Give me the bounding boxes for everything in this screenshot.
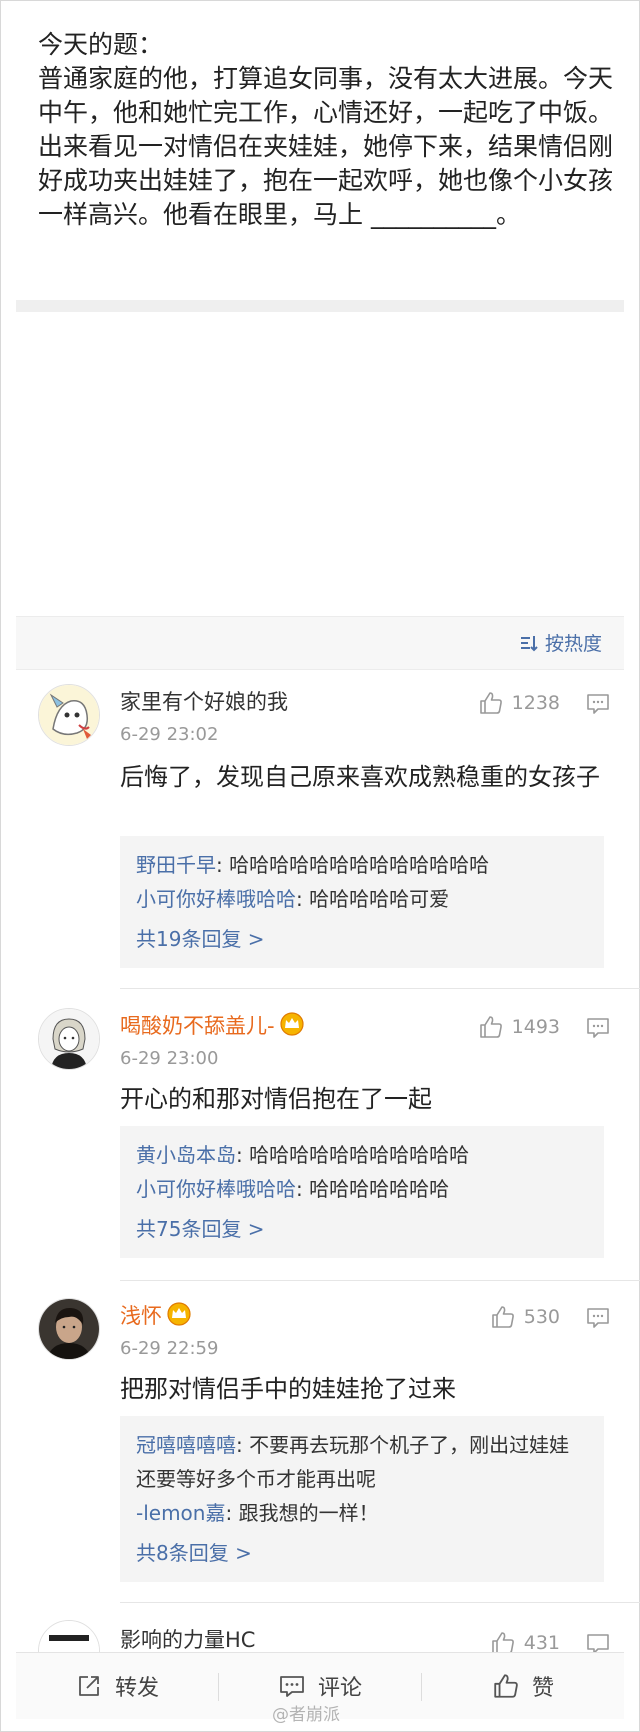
comment-username[interactable]: 家里有个好娘的我 <box>120 688 288 716</box>
reply-box: 冠嘻嘻嘻嘻: 不要再去玩那个机子了，刚出过娃娃还要等好多个币才能再出呢 -lem… <box>120 1416 604 1582</box>
reply-comment-icon[interactable] <box>586 692 610 716</box>
vip-crown-icon <box>167 1302 191 1326</box>
reply-line: 小可你好棒哦哈哈: 哈哈哈哈哈可爱 <box>136 882 588 916</box>
reply-box: 黄小岛本岛: 哈哈哈哈哈哈哈哈哈哈哈 小可你好棒哦哈哈: 哈哈哈哈哈哈哈 共75… <box>120 1126 604 1258</box>
reply-text: : 哈哈哈哈哈哈哈哈哈哈哈哈哈 <box>216 853 490 877</box>
like-button[interactable]: 530 <box>490 1304 560 1330</box>
comment-divider <box>120 1280 640 1281</box>
comment-label: 评论 <box>317 1676 362 1701</box>
view-all-replies-link[interactable]: 共19条回复 > <box>136 922 588 956</box>
view-all-replies-link[interactable]: 共8条回复 > <box>136 1536 588 1570</box>
like-label: 赞 <box>531 1676 554 1701</box>
sort-by-popularity-button[interactable]: 按热度 <box>519 629 602 656</box>
reply-text: : 跟我想的一样！ <box>225 1501 379 1525</box>
sort-label: 按热度 <box>544 633 602 655</box>
reply-line: -lemon嘉: 跟我想的一样！ <box>136 1496 588 1530</box>
reply-line: 黄小岛本岛: 哈哈哈哈哈哈哈哈哈哈哈 <box>136 1138 588 1172</box>
thumbs-up-icon <box>494 1674 518 1698</box>
username-text: 浅怀 <box>120 1304 162 1328</box>
thumbs-up-icon <box>491 1306 514 1328</box>
comment-username[interactable]: 影响的力量HC <box>120 1626 255 1654</box>
comment-sort-bar: 按热度 <box>16 616 624 670</box>
reply-username[interactable]: 野田千早 <box>136 853 216 877</box>
like-count: 431 <box>523 1632 560 1654</box>
reply-line: 小可你好棒哦哈哈: 哈哈哈哈哈哈哈 <box>136 1172 588 1206</box>
reply-username[interactable]: -lemon嘉 <box>136 1501 225 1525</box>
comment-item: 家里有个好娘的我 6-29 23:02 1238 后悔了，发现自己原来喜欢成熟稳… <box>16 684 624 984</box>
post-text: 今天的题： 普通家庭的他，打算追女同事，没有太大进展。今天中午，他和她忙完工作，… <box>38 30 614 229</box>
like-button[interactable]: 1493 <box>478 1014 560 1040</box>
comment-text: 开心的和那对情侣抱在了一起 <box>120 1085 432 1113</box>
reply-text: : 哈哈哈哈哈可爱 <box>296 887 450 911</box>
reply-username[interactable]: 冠嘻嘻嘻嘻 <box>136 1433 236 1457</box>
watermark: @者崩派 <box>272 1705 340 1725</box>
comment-item: 喝酸奶不舔盖儿- 6-29 23:00 1493 开心的和那对情侣抱在了一起 黄… <box>16 1008 624 1268</box>
comment-username[interactable]: 浅怀 <box>120 1302 192 1330</box>
comment-divider <box>120 1602 640 1603</box>
post-divider <box>16 300 624 312</box>
view-all-replies-link[interactable]: 共75条回复 > <box>136 1212 588 1246</box>
reply-username[interactable]: 黄小岛本岛 <box>136 1143 236 1167</box>
sort-icon <box>520 635 538 651</box>
share-icon <box>79 1676 99 1696</box>
comment-text: 后悔了，发现自己原来喜欢成熟稳重的女孩子 <box>120 763 600 791</box>
reply-box: 野田千早: 哈哈哈哈哈哈哈哈哈哈哈哈哈 小可你好棒哦哈哈: 哈哈哈哈哈可爱 共1… <box>120 836 604 968</box>
comment-time: 6-29 22:59 <box>120 1338 219 1359</box>
comment-time: 6-29 23:02 <box>120 724 219 745</box>
comment-time: 6-29 23:00 <box>120 1048 219 1069</box>
vip-crown-icon <box>279 1012 304 1036</box>
reply-comment-icon[interactable] <box>586 1306 610 1330</box>
reply-line: 野田千早: 哈哈哈哈哈哈哈哈哈哈哈哈哈 <box>136 848 588 882</box>
comment-icon <box>280 1676 304 1697</box>
username-text: 喝酸奶不舔盖儿- <box>120 1014 275 1038</box>
avatar[interactable] <box>38 1298 100 1360</box>
like-post-button[interactable]: 赞 <box>422 1653 624 1719</box>
thumbs-up-icon <box>479 1016 502 1038</box>
comment-text: 把那对情侣手中的娃娃抢了过来 <box>120 1375 456 1403</box>
like-count: 1238 <box>511 692 560 714</box>
like-count: 1493 <box>511 1016 560 1038</box>
reply-text: : 哈哈哈哈哈哈哈 <box>296 1177 450 1201</box>
comment-username[interactable]: 喝酸奶不舔盖儿- <box>120 1012 305 1040</box>
reply-comment-icon[interactable] <box>586 1016 610 1040</box>
repost-button[interactable]: 转发 <box>16 1653 218 1719</box>
reply-text: : 哈哈哈哈哈哈哈哈哈哈哈 <box>236 1143 470 1167</box>
comment-item: 浅怀 6-29 22:59 530 把那对情侣手中的娃娃抢了过来 冠嘻嘻嘻嘻: … <box>16 1298 624 1598</box>
reply-username[interactable]: 小可你好棒哦哈哈 <box>136 1177 296 1201</box>
comment-divider <box>120 988 640 989</box>
avatar[interactable] <box>38 1008 100 1070</box>
like-count: 530 <box>523 1306 560 1328</box>
avatar[interactable] <box>38 684 100 746</box>
reply-line: 冠嘻嘻嘻嘻: 不要再去玩那个机子了，刚出过娃娃还要等好多个币才能再出呢 <box>136 1428 588 1496</box>
repost-label: 转发 <box>114 1676 159 1701</box>
like-button[interactable]: 1238 <box>478 690 560 716</box>
thumbs-up-icon <box>479 692 502 714</box>
reply-username[interactable]: 小可你好棒哦哈哈 <box>136 887 296 911</box>
